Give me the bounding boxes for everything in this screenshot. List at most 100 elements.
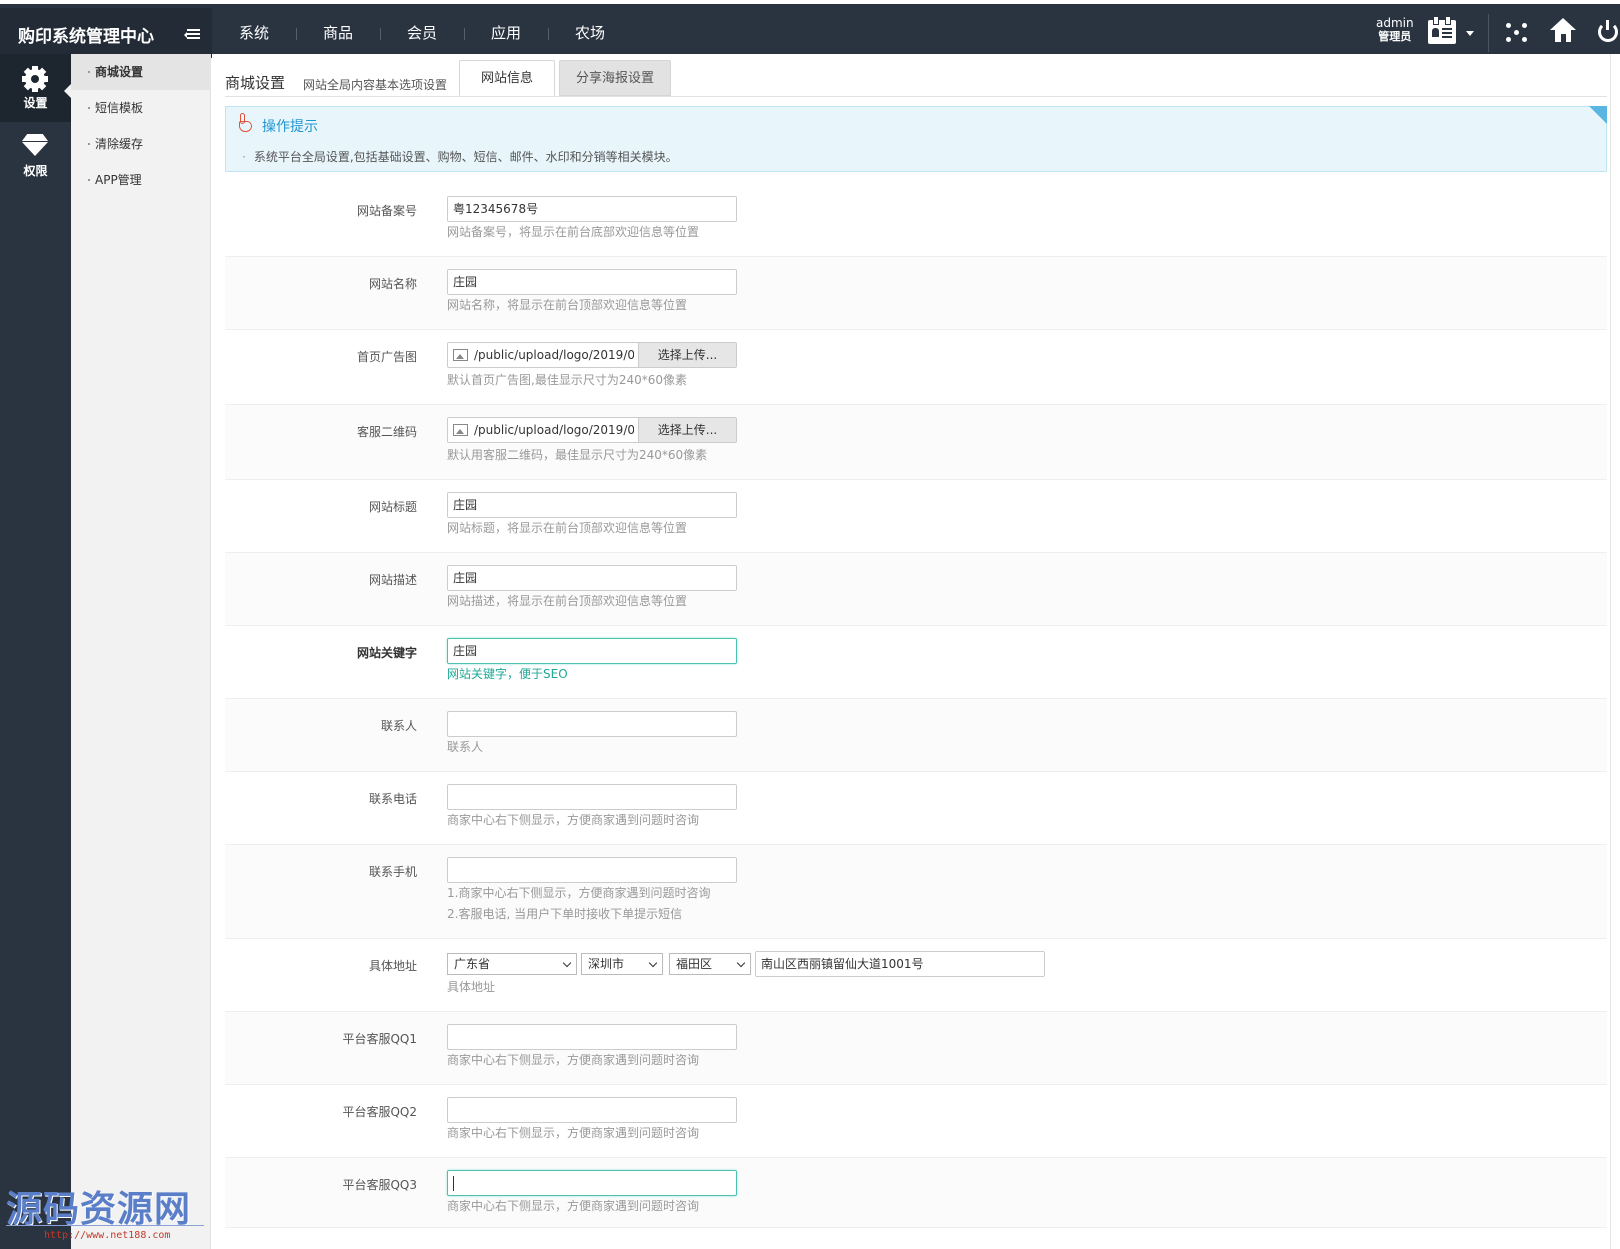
gear-icon [22,66,48,92]
field-label: 首页广告图 [356,350,417,364]
field-label: 网站备案号 [356,204,417,218]
province-select[interactable]: 广东省 [447,953,577,975]
tab-share-poster[interactable]: 分享海报设置 [559,60,671,96]
field-hint: 2.客服电话, 当用户下单时接收下单提示短信 [447,907,683,921]
brand: 购印系统管理中心 [0,8,212,58]
form-row-icp: 网站备案号 粤12345678号 网站备案号，将显示在前台底部欢迎信息等位置 [225,184,1607,257]
nav-item-farm[interactable]: 农场 [548,8,632,58]
qq1-input[interactable] [447,1024,737,1050]
diamond-icon [22,134,48,156]
submenu-item-clear-cache[interactable]: 清除缓存 [71,126,211,162]
keywords-input[interactable]: 庄园 [447,638,737,664]
page-subtitle: 网站全局内容基本选项设置 [303,78,448,92]
field-hint: 网站描述，将显示在前台顶部欢迎信息等位置 [447,594,688,608]
field-label: 网站标题 [368,500,417,514]
main-sidebar: 设置 权限 [0,54,71,1249]
user-role: 管理员 [1378,30,1412,43]
site-name-input[interactable]: 庄园 [447,269,737,295]
field-hint: 默认用客服二维码，最佳显示尺寸为240*60像素 [447,448,708,462]
sidebar-item-permission[interactable]: 权限 [0,122,71,190]
tips-text: 系统平台全局设置,包括基础设置、购物、短信、邮件、水印和分销等相关模块。 [242,148,678,165]
tips-panel: 操作提示 系统平台全局设置,包括基础设置、购物、短信、邮件、水印和分销等相关模块… [225,106,1607,172]
field-label: 平台客服QQ3 [342,1178,417,1192]
home-ad-upload[interactable]: /public/upload/logo/2019/0 选择上传... [447,342,737,368]
calendar-card-icon[interactable] [1428,16,1456,44]
top-nav: 系统 商品 会员 应用 农场 [212,8,632,58]
field-hint: 默认首页广告图,最佳显示尺寸为240*60像素 [447,373,687,387]
sidebar-item-label: 设置 [23,96,48,110]
form-row-mobile: 联系手机 1.商家中心右下侧显示，方便商家遇到问题时咨询 2.客服电话, 当用户… [225,845,1607,939]
site-title-input[interactable]: 庄园 [447,492,737,518]
field-label: 网站关键字 [356,646,417,660]
field-hint: 网站备案号，将显示在前台底部欢迎信息等位置 [447,225,700,239]
field-hint: 具体地址 [447,980,496,994]
submenu-item-mall-settings[interactable]: 商城设置 [71,54,211,90]
sub-sidebar: 商城设置 短信模板 清除缓存 APP管理 [71,54,211,1249]
field-hint: 网站标题，将显示在前台顶部欢迎信息等位置 [447,521,688,535]
form-row-site-desc: 网站描述 庄园 网站描述，将显示在前台顶部欢迎信息等位置 [225,553,1607,626]
qq2-input[interactable] [447,1097,737,1123]
brand-title: 购印系统管理中心 [18,27,154,47]
form-row-qq1: 平台客服QQ1 商家中心右下侧显示，方便商家遇到问题时咨询 [225,1012,1607,1085]
upload-button[interactable]: 选择上传... [638,418,736,442]
form-row-qrcode: 客服二维码 /public/upload/logo/2019/0 选择上传...… [225,405,1607,480]
form-row-phone: 联系电话 商家中心右下侧显示，方便商家遇到问题时咨询 [225,772,1607,845]
city-select[interactable]: 深圳市 [581,953,663,975]
nav-item-goods[interactable]: 商品 [296,8,380,58]
district-select[interactable]: 福田区 [669,953,751,975]
form-row-keywords: 网站关键字 庄园 网站关键字，便于SEO [225,626,1607,699]
menu-toggle-icon[interactable] [184,28,200,42]
nav-item-apps[interactable]: 应用 [464,8,548,58]
sidebar-item-settings[interactable]: 设置 [0,54,71,122]
upload-button[interactable]: 选择上传... [638,343,736,367]
scrollbar[interactable] [1610,54,1620,1249]
power-icon[interactable] [1598,20,1618,42]
form-row-contact: 联系人 联系人 [225,699,1607,772]
field-label: 联系手机 [368,865,417,879]
corner-toggle-icon[interactable] [1589,106,1607,124]
field-label: 网站名称 [368,277,417,291]
chevron-down-icon[interactable] [1466,31,1474,36]
field-hint: 联系人 [447,740,484,754]
nav-item-system[interactable]: 系统 [212,8,296,58]
user-info[interactable]: admin 管理员 [1376,16,1414,44]
settings-form: 网站备案号 粤12345678号 网站备案号，将显示在前台底部欢迎信息等位置 网… [225,184,1607,1228]
field-hint: 网站关键字，便于SEO [447,667,568,681]
contact-input[interactable] [447,711,737,737]
field-hint: 商家中心右下侧显示，方便商家遇到问题时咨询 [447,1053,700,1067]
sidebar-item-label: 权限 [23,164,48,178]
sitemap-icon[interactable] [1504,20,1528,44]
field-label: 具体地址 [368,959,417,973]
field-hint: 网站名称，将显示在前台顶部欢迎信息等位置 [447,298,688,312]
form-row-address: 具体地址 广东省 深圳市 福田区 南山区西丽镇留仙大道1001号 具体地址 [225,939,1607,1012]
site-desc-input[interactable]: 庄园 [447,565,737,591]
main-content: 商城设置 网站全局内容基本选项设置 网站信息 分享海报设置 操作提示 系统平台全… [211,54,1610,1249]
nav-item-member[interactable]: 会员 [380,8,464,58]
submenu-item-sms-template[interactable]: 短信模板 [71,90,211,126]
home-icon[interactable] [1550,18,1576,44]
phone-input[interactable] [447,784,737,810]
tips-title: 操作提示 [262,119,318,135]
tab-underline [225,96,1607,97]
field-hint: 商家中心右下侧显示，方便商家遇到问题时咨询 [447,1199,700,1213]
submenu-item-app[interactable]: APP管理 [71,162,211,198]
hand-pointer-icon [236,113,254,133]
qrcode-upload[interactable]: /public/upload/logo/2019/0 选择上传... [447,417,737,443]
icp-input[interactable]: 粤12345678号 [447,196,737,222]
upload-path: /public/upload/logo/2019/0 [474,348,634,362]
qq3-input[interactable] [447,1170,737,1196]
field-label: 网站描述 [368,573,417,587]
field-label: 平台客服QQ1 [342,1032,417,1046]
address-detail-input[interactable]: 南山区西丽镇留仙大道1001号 [755,951,1045,977]
upload-path: /public/upload/logo/2019/0 [474,423,634,437]
form-row-site-name: 网站名称 庄园 网站名称，将显示在前台顶部欢迎信息等位置 [225,257,1607,330]
form-row-qq3: 平台客服QQ3 商家中心右下侧显示，方便商家遇到问题时咨询 [225,1158,1607,1228]
field-hint: 商家中心右下侧显示，方便商家遇到问题时咨询 [447,1126,700,1140]
mobile-input[interactable] [447,857,737,883]
page-title: 商城设置 [225,74,286,92]
field-label: 联系人 [380,719,417,733]
field-label: 联系电话 [368,792,417,806]
form-row-home-ad: 首页广告图 /public/upload/logo/2019/0 选择上传...… [225,330,1607,405]
field-label: 客服二维码 [356,425,417,439]
tab-site-info[interactable]: 网站信息 [459,60,555,96]
